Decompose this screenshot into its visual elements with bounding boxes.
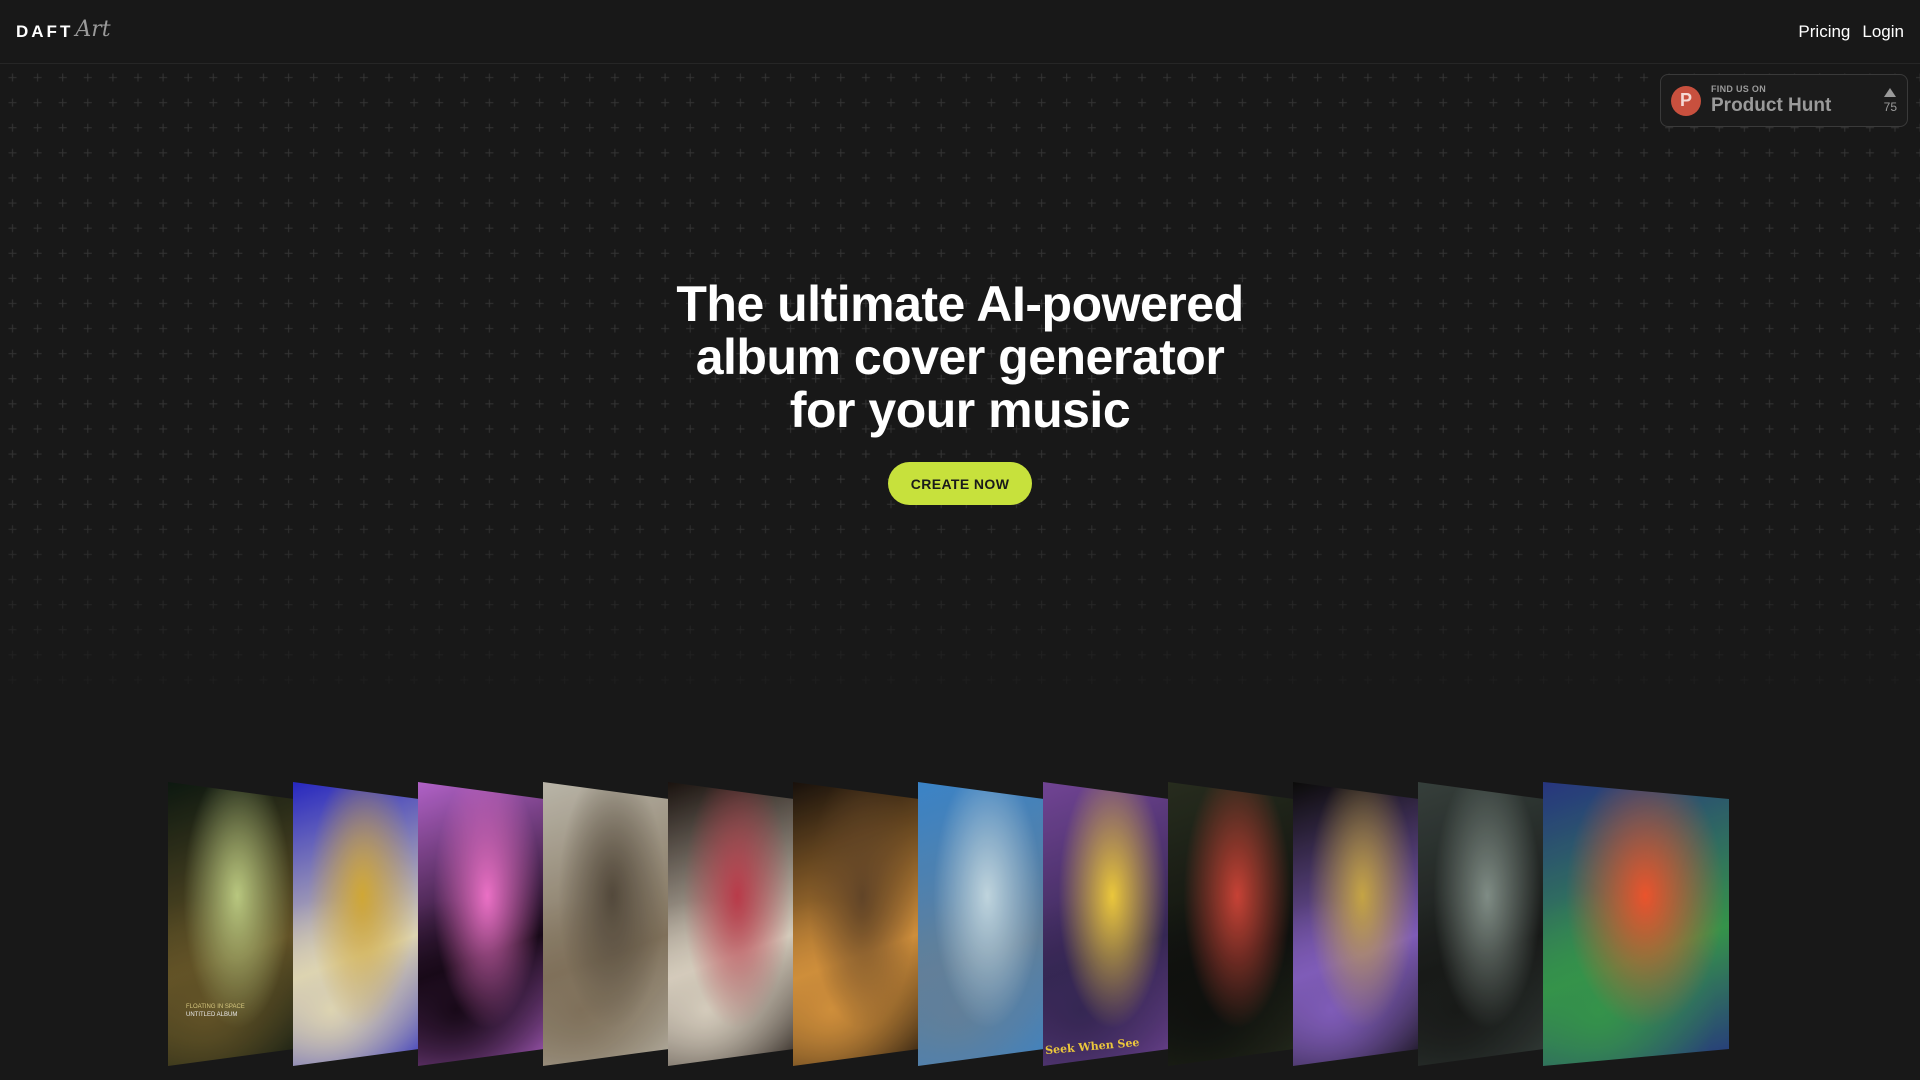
product-hunt-eyebrow: FIND US ON [1711,84,1767,94]
hero-line-3: for your music [789,382,1131,438]
top-nav-bar: DAFT Art Pricing Login [0,0,1920,64]
cover-gold-frame-crown[interactable] [1293,782,1419,1066]
vote-count: 75 [1883,99,1897,114]
hero-line-2: album cover generator [695,329,1225,385]
cover-subcaption: UNTITLED ALBUM [186,1012,238,1018]
album-cover-gallery: FLOATING IN SPACE UNTITLED ALBUM Seek When… [168,782,1730,1080]
product-hunt-text: FIND US ON Product Hunt [1711,84,1831,117]
product-hunt-badge[interactable]: P FIND US ON Product Hunt 75 [1660,74,1908,127]
logo-script: Art [75,17,111,42]
logo-wordmark: DAFT [16,21,74,41]
grid-fade [0,480,1920,800]
nav-pricing-link[interactable]: Pricing [1798,22,1850,42]
cover-crow-roses[interactable] [1168,782,1294,1066]
hero-line-1: The ultimate AI-powered [676,276,1244,332]
create-now-button[interactable]: CREATE NOW [888,462,1032,505]
cover-neon-palms[interactable] [1543,782,1729,1066]
nav-login-link[interactable]: Login [1862,22,1904,42]
cover-skull-roses[interactable] [668,782,794,1066]
cover-ink-figures[interactable] [543,782,669,1066]
upvote-triangle-icon [1884,87,1897,97]
hero-headline: The ultimate AI-powered album cover gene… [0,278,1920,437]
cover-pink-spider[interactable] [418,782,544,1066]
product-hunt-title: Product Hunt [1711,95,1832,116]
hero-section: The ultimate AI-powered album cover gene… [0,278,1920,437]
cover-seek-when-see[interactable]: Seek When See [1043,782,1169,1066]
daft-art-logo[interactable]: DAFT Art [16,17,111,44]
cover-gold-skull-crown[interactable] [293,782,419,1066]
cover-floating-in-space[interactable]: FLOATING IN SPACE UNTITLED ALBUM [168,782,294,1066]
cover-caption: Seek When See [1044,1035,1140,1058]
cover-spaceship[interactable] [1418,782,1544,1066]
product-hunt-icon: P [1671,85,1701,116]
cover-dark-tunnel[interactable] [793,782,919,1066]
main-nav: Pricing Login [1798,22,1904,42]
cover-dolphins[interactable] [918,782,1044,1066]
product-hunt-votes: 75 [1883,87,1897,114]
cover-caption: FLOATING IN SPACE [186,1004,245,1010]
